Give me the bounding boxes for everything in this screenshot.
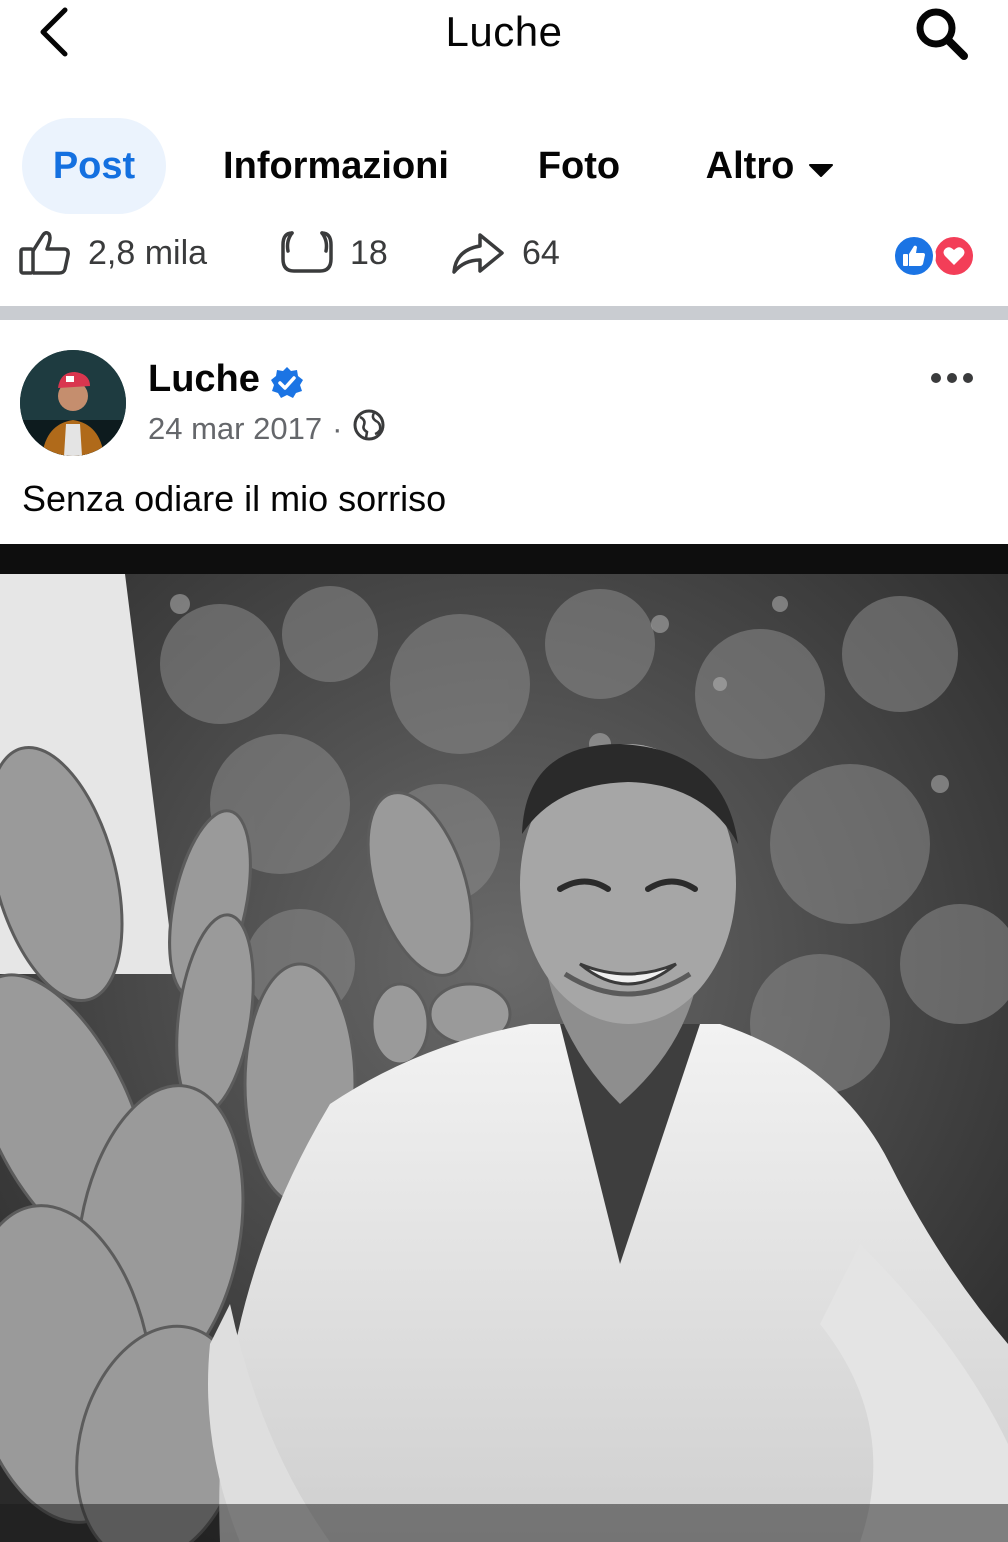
tab-informazioni[interactable]: Informazioni [206, 118, 466, 214]
more-horizontal-icon [931, 373, 973, 383]
post-author[interactable]: Luche [148, 358, 260, 401]
like-button[interactable]: 2,8 mila [18, 222, 207, 284]
love-reaction-icon [932, 234, 976, 278]
post-caption: Senza odiare il mio sorriso [22, 478, 447, 519]
tab-informazioni-label: Informazioni [223, 144, 449, 187]
comment-button[interactable]: 18 [280, 222, 388, 284]
tab-altro[interactable]: Altro [690, 118, 850, 214]
like-reaction-icon [892, 234, 936, 278]
search-icon [916, 8, 968, 60]
likes-count: 2,8 mila [88, 233, 208, 272]
share-icon [450, 230, 506, 276]
share-button[interactable]: 64 [450, 222, 560, 284]
post-meta: 24 mar 2017 · [148, 408, 386, 450]
caret-down-icon [808, 145, 834, 188]
verified-badge-icon [270, 366, 304, 400]
thumbs-up-icon [18, 230, 72, 276]
tab-altro-label: Altro [705, 144, 795, 187]
tab-foto[interactable]: Foto [522, 118, 636, 214]
page-title: Luche [445, 8, 563, 55]
post-photo[interactable] [0, 544, 1008, 1542]
top-bar: Luche [0, 0, 1008, 72]
reactions-summary[interactable] [892, 234, 980, 278]
profile-tabs: Post Informazioni Foto Altro [0, 118, 1008, 218]
avatar[interactable] [20, 350, 126, 456]
comment-icon [280, 229, 334, 277]
tab-foto-label: Foto [537, 144, 621, 187]
comments-count: 18 [350, 233, 388, 272]
search-button[interactable] [910, 2, 974, 66]
post-options-button[interactable] [926, 360, 978, 396]
meta-separator: · [332, 411, 343, 446]
section-divider [0, 306, 1008, 320]
engagement-stats: 2,8 mila 18 64 [0, 222, 1008, 284]
tab-post[interactable]: Post [22, 118, 166, 214]
post-date[interactable]: 24 mar 2017 [148, 411, 322, 447]
photo-image [0, 544, 1008, 1542]
tab-post-label: Post [52, 144, 136, 187]
shares-count: 64 [522, 233, 560, 272]
globe-icon [352, 408, 386, 450]
